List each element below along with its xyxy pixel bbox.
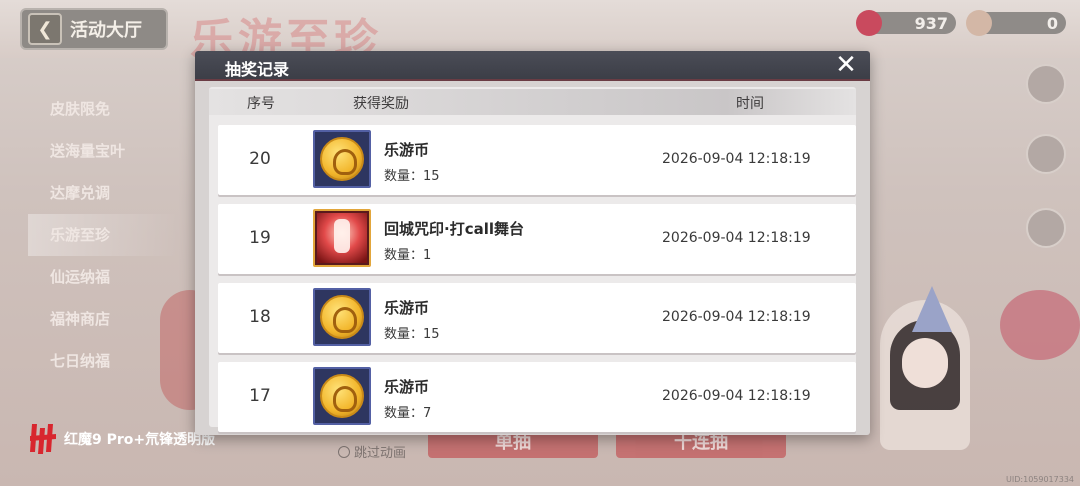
skip-label: 跳过动画 [354, 446, 407, 461]
shop-icon [1026, 208, 1066, 248]
column-header: 序号 获得奖励 时间 [209, 89, 856, 115]
right-menu-cat[interactable] [1024, 64, 1068, 122]
stage-effect-icon [317, 213, 367, 263]
hall-label: 活动大厅 [70, 20, 142, 41]
diamond-icon [856, 10, 882, 36]
records-list[interactable]: 20 乐游币 数量：15 2026-09-04 12:18:19 19 回城咒印… [218, 125, 856, 435]
side-item-seven-days[interactable]: 七日纳福 [28, 340, 178, 382]
side-item-skin[interactable]: 皮肤限免 [28, 88, 178, 130]
cat-icon [1026, 64, 1066, 104]
device-watermark: 红魔9 Pro+氘锋透明版 [28, 422, 215, 456]
record-index: 18 [249, 307, 271, 327]
right-menu-shop[interactable] [1024, 208, 1068, 266]
side-item-leaves[interactable]: 送海量宝叶 [28, 130, 178, 172]
currency-diamond-value: 937 [914, 13, 948, 33]
record-index: 20 [249, 149, 271, 169]
record-time: 2026-09-04 12:18:19 [662, 309, 811, 325]
reward-quantity: 数量：15 [384, 327, 440, 342]
draw-records-dialog: 抽奖记录 ✕ 序号 获得奖励 时间 20 乐游币 数量：15 2026-09-0… [195, 51, 870, 435]
reward-quantity: 数量：1 [384, 248, 432, 263]
record-index: 19 [249, 228, 271, 248]
reward-name: 乐游币 [384, 378, 430, 396]
side-item-treasure[interactable]: 乐游至珍 [28, 214, 178, 256]
coin-icon [320, 137, 364, 181]
party-hat [912, 286, 952, 332]
red-magic-logo-icon [30, 424, 56, 454]
skip-animation-toggle[interactable]: 跳过动画 [338, 442, 406, 461]
coin-icon [320, 374, 364, 418]
side-item-fortune[interactable]: 仙运纳福 [28, 256, 178, 298]
watermark-text: 红魔9 Pro+氘锋透明版 [64, 432, 216, 448]
check-icon [338, 446, 350, 458]
reward-name: 回城咒印·打call舞台 [384, 220, 524, 238]
reward-quantity: 数量：15 [384, 169, 440, 184]
column-reward: 获得奖励 [353, 96, 409, 112]
currency-diamond[interactable]: 937 [856, 10, 956, 36]
records-icon [1026, 134, 1066, 174]
record-time: 2026-09-04 12:18:19 [662, 230, 811, 246]
record-time: 2026-09-04 12:18:19 [662, 151, 811, 167]
ticket-icon [966, 10, 992, 36]
currency-ticket[interactable]: 0 [966, 10, 1066, 36]
reward-name: 乐游币 [384, 299, 430, 317]
uid-label: UID:1059017334 [1006, 475, 1074, 484]
record-row: 20 乐游币 数量：15 2026-09-04 12:18:19 [218, 125, 856, 195]
record-row: 18 乐游币 数量：15 2026-09-04 12:18:19 [218, 283, 856, 353]
reward-frame[interactable] [313, 288, 371, 346]
reward-frame[interactable] [313, 367, 371, 425]
reward-frame[interactable] [313, 130, 371, 188]
side-item-shop[interactable]: 福神商店 [28, 298, 178, 340]
column-time: 时间 [736, 96, 764, 112]
currency-ticket-value: 0 [1046, 13, 1058, 33]
reward-name: 乐游币 [384, 141, 430, 159]
close-icon[interactable]: ✕ [834, 52, 858, 78]
record-row: 17 乐游币 数量：7 2026-09-04 12:18:19 [218, 362, 856, 432]
dialog-title: 抽奖记录 [225, 60, 290, 79]
reward-quantity: 数量：7 [384, 406, 432, 421]
decoration-balloon [1000, 290, 1080, 360]
right-menu-records[interactable] [1024, 134, 1068, 192]
record-row: 19 回城咒印·打call舞台 数量：1 2026-09-04 12:18:19 [218, 204, 856, 274]
back-to-hall-button[interactable]: ❮ 活动大厅 [20, 8, 168, 50]
record-index: 17 [249, 386, 271, 406]
dialog-header: 抽奖记录 ✕ [195, 51, 870, 81]
side-nav: 皮肤限免 送海量宝叶 达摩兑调 乐游至珍 仙运纳福 福神商店 七日纳福 [28, 88, 178, 382]
back-arrow-icon: ❮ [28, 13, 62, 45]
column-index: 序号 [247, 96, 275, 112]
coin-icon [320, 295, 364, 339]
record-time: 2026-09-04 12:18:19 [662, 388, 811, 404]
side-item-dharma[interactable]: 达摩兑调 [28, 172, 178, 214]
records-panel: 序号 获得奖励 时间 20 乐游币 数量：15 2026-09-04 12:18… [209, 87, 856, 432]
reward-frame[interactable] [313, 209, 371, 267]
